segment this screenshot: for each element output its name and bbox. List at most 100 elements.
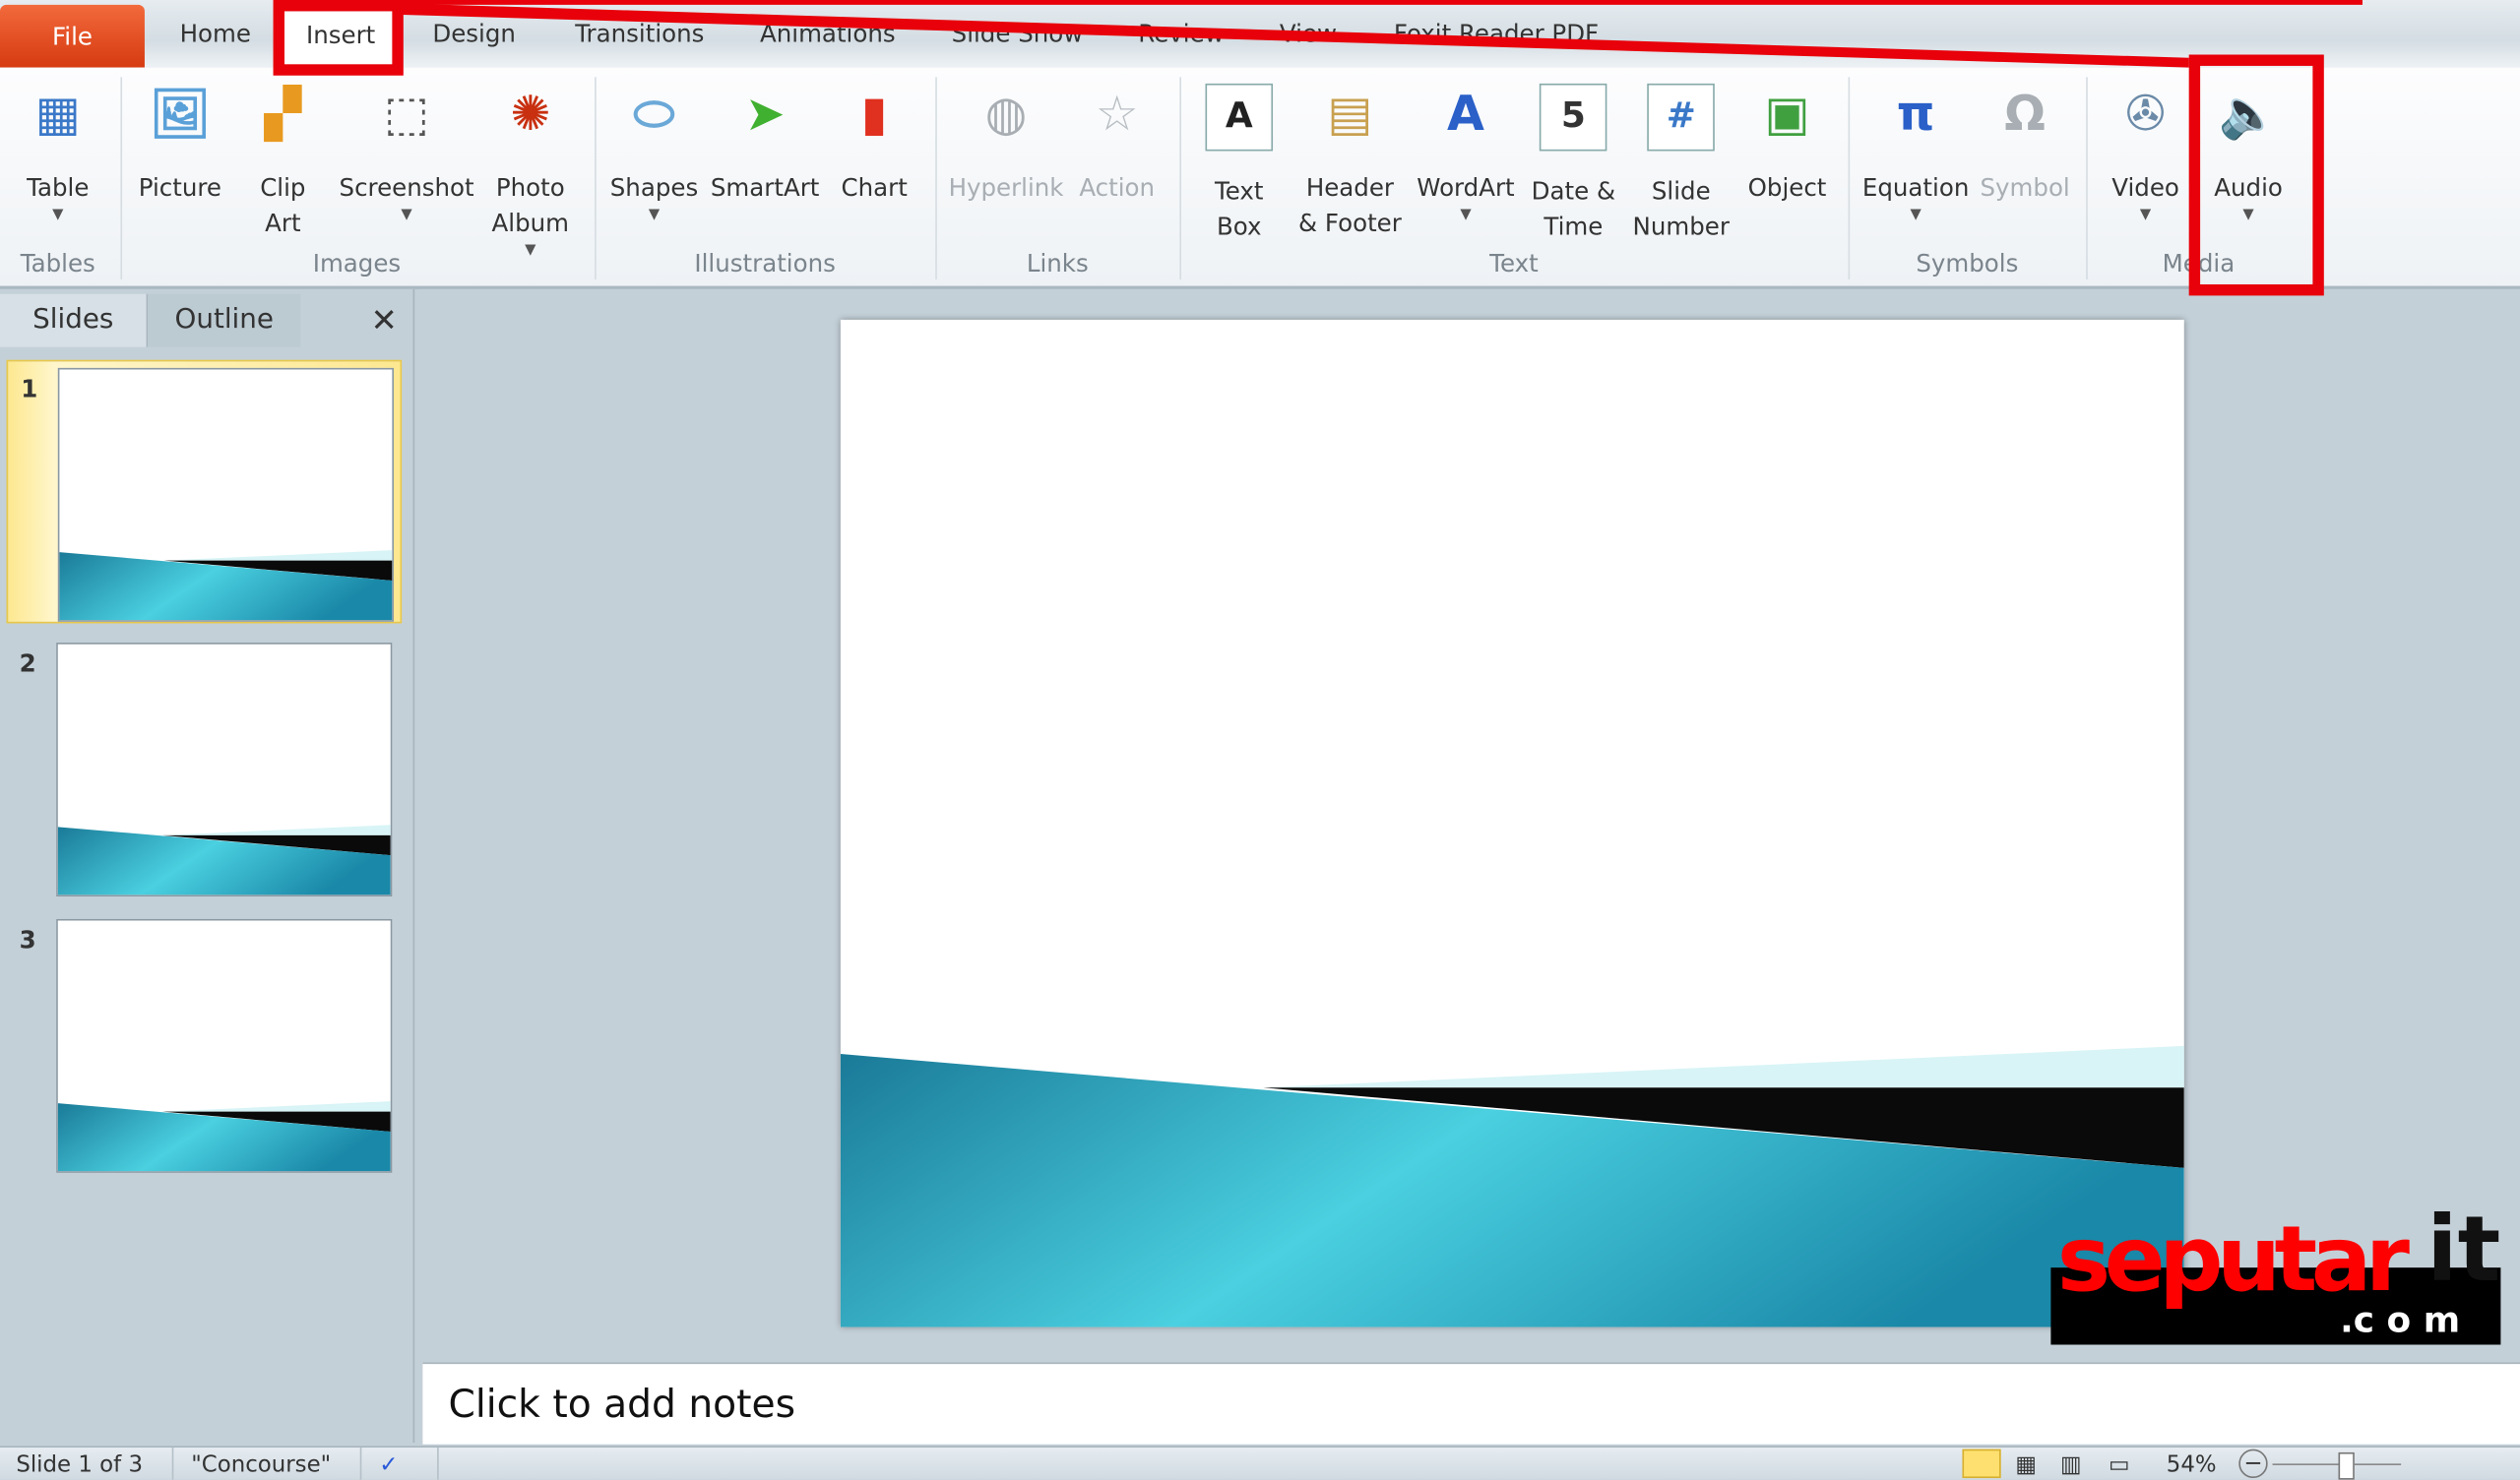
hyperlink-button[interactable]: ◍ Hyperlink xyxy=(949,81,1064,206)
symbol-button[interactable]: Ω Symbol xyxy=(1981,81,2070,206)
video-button[interactable]: ✇ Video ▼ xyxy=(2111,81,2179,225)
close-pane-icon[interactable]: ✕ xyxy=(361,294,407,347)
current-slide[interactable] xyxy=(840,319,2184,1327)
ribbon-tab-bar: File Home Insert Design Transitions Animation… xyxy=(0,0,2520,70)
button-label: WordArt xyxy=(1417,173,1515,203)
slide-thumbnail-1[interactable]: 1 xyxy=(6,359,403,624)
tab-animations[interactable]: Animations xyxy=(760,20,896,48)
slide-thumbnail-3[interactable]: 3 xyxy=(7,912,399,1173)
button-label: Shapes xyxy=(609,173,699,203)
slide-number: 1 xyxy=(21,374,38,403)
button-label: SmartArt xyxy=(710,173,820,203)
zoom-out-button[interactable]: − xyxy=(2238,1449,2268,1479)
button-label-line2: Box xyxy=(1216,212,1262,241)
svg-text:seputar: seputar xyxy=(2057,1206,2410,1312)
button-label-line2: Number xyxy=(1632,212,1730,241)
tab-view[interactable]: View xyxy=(1280,20,1337,48)
button-label: Equation xyxy=(1861,173,1970,203)
object-button[interactable]: ▣ Object xyxy=(1748,81,1827,206)
picture-button[interactable]: 🖼 Picture xyxy=(139,81,221,206)
zoom-level[interactable]: 54% xyxy=(2167,1452,2217,1478)
dropdown-caret-icon: ▼ xyxy=(401,207,412,223)
button-label-line2: Album xyxy=(491,209,570,238)
tab-foxit-reader-pdf[interactable]: Foxit Reader PDF xyxy=(1394,20,1599,48)
group-label-links: Links xyxy=(1026,249,1089,278)
equation-icon: π xyxy=(1896,87,1935,144)
button-label-line2: & Footer xyxy=(1298,209,1402,238)
slideshow-icon[interactable]: ▭ xyxy=(2109,1452,2130,1478)
header-button[interactable]: ▤ Header & Footer xyxy=(1298,81,1402,241)
tab-insert[interactable]: Insert xyxy=(282,9,400,70)
header-footer-icon: ▤ xyxy=(1327,87,1373,144)
dropdown-caret-icon: ▼ xyxy=(2242,207,2254,223)
video-icon: ✇ xyxy=(2125,87,2167,144)
slide-thumbnail-image[interactable] xyxy=(57,367,394,622)
button-label-line2: Time xyxy=(1544,212,1604,241)
zoom-slider[interactable] xyxy=(2272,1463,2402,1465)
clip-button[interactable]: ▞ Clip Art xyxy=(251,81,315,241)
tab-slides[interactable]: Slides xyxy=(0,293,149,347)
wordart-button[interactable]: A WordArt ▼ xyxy=(1417,81,1514,225)
notes-placeholder[interactable]: Click to add notes xyxy=(449,1382,796,1427)
photo-album-icon: ✺ xyxy=(510,87,551,144)
action-icon: ☆ xyxy=(1095,87,1139,144)
button-label-line2: Art xyxy=(265,209,301,238)
smartart-button[interactable]: ➤ SmartArt xyxy=(711,81,820,206)
date-button[interactable]: 5 Date & Time xyxy=(1532,81,1615,245)
shapes-icon: ⬭ xyxy=(633,87,675,144)
slide-count: Slide 1 of 3 xyxy=(16,1451,144,1479)
equation-button[interactable]: π Equation ▼ xyxy=(1862,81,1969,225)
reading-view-icon[interactable]: ▥ xyxy=(2060,1452,2082,1478)
slide-button[interactable]: # Slide Number xyxy=(1633,81,1730,245)
button-label: Picture xyxy=(138,173,221,203)
tab-outline[interactable]: Outline xyxy=(148,293,301,347)
photo-button[interactable]: ✺ Photo Album ▼ xyxy=(492,81,569,261)
screenshot-button[interactable]: ⬚ Screenshot ▼ xyxy=(340,81,474,225)
hyperlink-icon: ◍ xyxy=(984,87,1028,144)
button-label: Clip xyxy=(260,173,306,203)
notes-pane[interactable]: Click to add notes xyxy=(422,1362,2520,1445)
group-divider xyxy=(1848,77,1851,280)
tab-slide-show[interactable]: Slide Show xyxy=(952,20,1084,48)
group-divider xyxy=(2086,77,2088,280)
button-label: Header xyxy=(1305,173,1395,203)
group-label-text: Text xyxy=(1489,249,1539,278)
wordart-icon: A xyxy=(1447,87,1484,144)
button-label: Text xyxy=(1215,176,1264,206)
table-icon: ▦ xyxy=(34,87,81,144)
spellcheck-icon[interactable]: ✓ xyxy=(379,1452,398,1478)
button-label: Chart xyxy=(841,173,908,203)
slide-thumbnail-2[interactable]: 2 xyxy=(7,637,399,897)
tab-design[interactable]: Design xyxy=(432,20,516,48)
picture-icon: 🖼 xyxy=(149,87,211,144)
seputarit-watermark-logo: seputar it .c o m xyxy=(2050,1197,2501,1345)
text-button[interactable]: A Text Box xyxy=(1205,81,1274,245)
tab-home[interactable]: Home xyxy=(180,20,251,48)
audio-button[interactable]: 🔈 Audio ▼ xyxy=(2214,81,2283,225)
smartart-icon: ➤ xyxy=(744,87,786,144)
chart-button[interactable]: ▮ Chart xyxy=(842,81,908,206)
tab-review[interactable]: Review xyxy=(1138,20,1224,48)
normal-view-icon[interactable] xyxy=(1962,1449,2001,1479)
dropdown-caret-icon: ▼ xyxy=(52,207,64,223)
button-label: Photo xyxy=(495,173,565,203)
tab-file[interactable]: File xyxy=(0,4,145,68)
tab-transitions[interactable]: Transitions xyxy=(575,20,704,48)
status-bar: Slide 1 of 3 "Concourse" ✓ ▦ ▥ ▭ 54% − xyxy=(0,1446,2520,1480)
dropdown-caret-icon: ▼ xyxy=(525,242,536,259)
group-label-illustrations: Illustrations xyxy=(694,249,836,278)
zoom-slider-thumb[interactable] xyxy=(2338,1451,2355,1480)
slide-thumbnail-image[interactable] xyxy=(56,918,393,1173)
slide-number: 2 xyxy=(19,648,36,678)
group-divider xyxy=(1179,77,1181,280)
screenshot-icon: ⬚ xyxy=(383,87,430,144)
group-label-symbols: Symbols xyxy=(1916,249,2019,278)
insert-ribbon: ▦ Table ▼ 🖼 Picture ▞ Clip Art ⬚ Screenshot ▼ ✺ Phot… xyxy=(0,67,2520,289)
action-button[interactable]: ☆ Action xyxy=(1079,81,1155,206)
clip-art-icon: ▞ xyxy=(264,87,302,144)
group-label-media: Media xyxy=(2162,249,2236,278)
shapes-button[interactable]: ⬭ Shapes ▼ xyxy=(610,81,698,225)
table-button[interactable]: ▦ Table ▼ xyxy=(26,81,90,225)
slide-sorter-icon[interactable]: ▦ xyxy=(2015,1452,2037,1478)
slide-thumbnail-image[interactable] xyxy=(56,643,393,897)
